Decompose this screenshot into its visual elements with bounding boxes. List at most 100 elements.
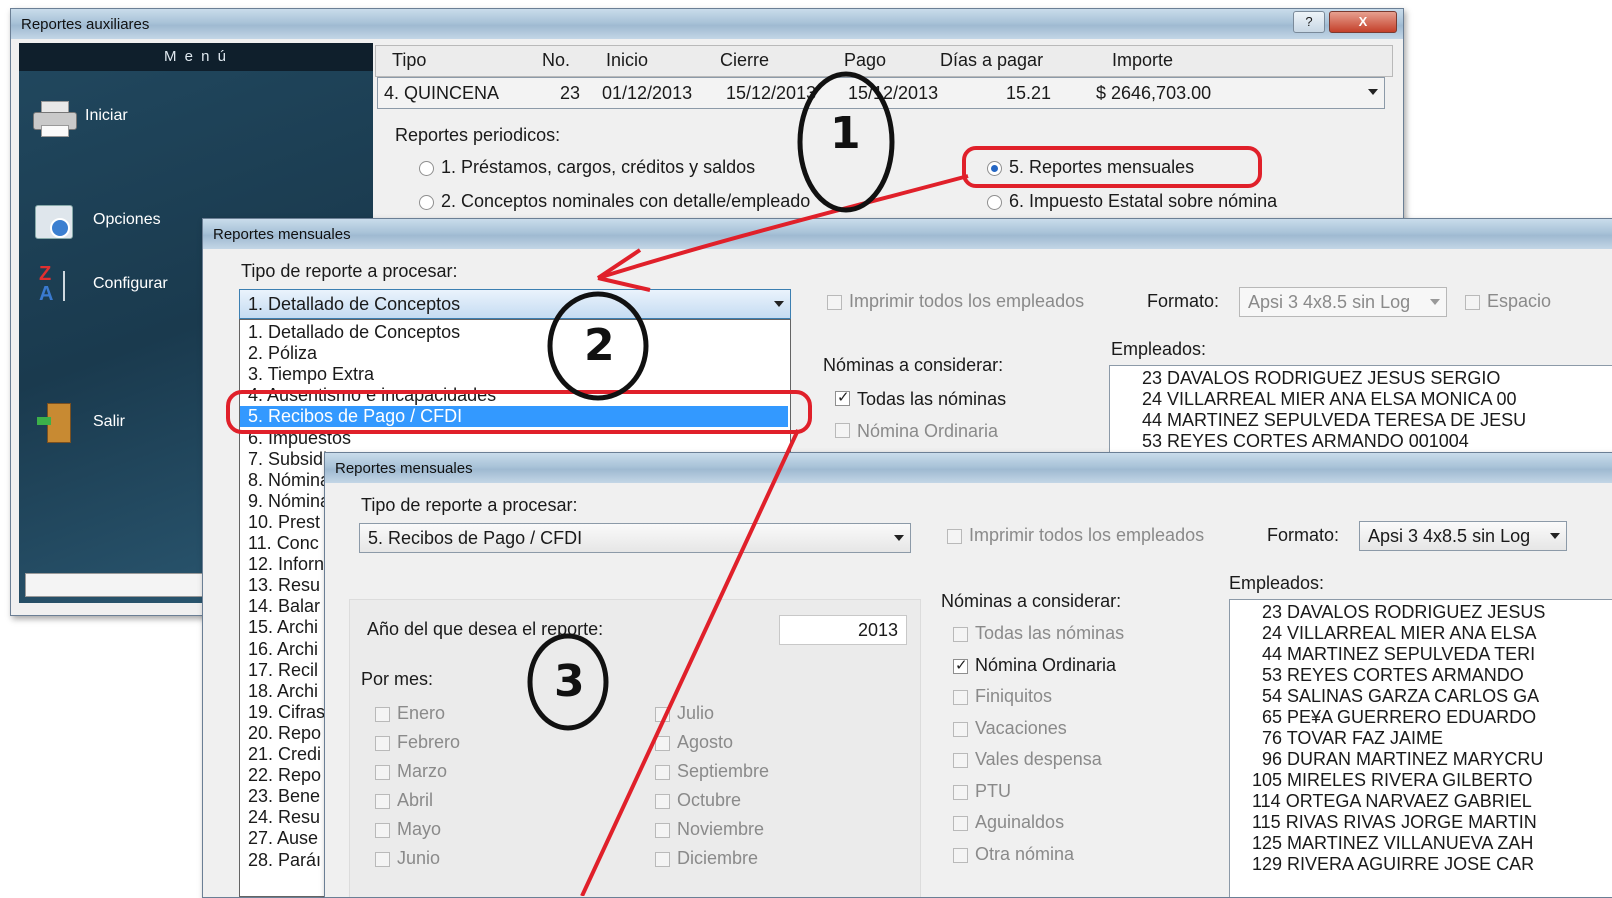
month-checkbox[interactable] xyxy=(655,852,670,867)
configure-icon: Z A xyxy=(39,263,75,307)
radio-label: 5. Reportes mensuales xyxy=(1009,157,1195,177)
radio-label: 1. Préstamos, cargos, créditos y saldos xyxy=(441,157,756,177)
month-checkbox[interactable] xyxy=(655,707,670,722)
help-button[interactable]: ? xyxy=(1293,11,1325,33)
payroll-cell: $ 2646,703.00 xyxy=(1096,83,1212,103)
win2-title: Reportes mensuales xyxy=(213,226,351,243)
nomina-checkbox[interactable] xyxy=(953,753,968,768)
employee-row[interactable]: 115 RIVAS RIVAS JORGE MARTIN xyxy=(1252,812,1537,833)
month-checkbox[interactable] xyxy=(375,852,390,867)
empleados-list[interactable]: 23 DAVALOS RODRIGUEZ JESUS SERGIO 24 VIL… xyxy=(1109,365,1612,455)
month-checkbox[interactable] xyxy=(655,736,670,751)
radio-button[interactable] xyxy=(987,161,1002,176)
chevron-down-icon xyxy=(1430,299,1440,305)
report-type-combo[interactable]: 1. Detallado de Conceptos xyxy=(239,289,791,319)
espacio-checkbox[interactable] xyxy=(1465,295,1480,310)
payroll-cell: 15/12/2013 xyxy=(726,83,817,103)
radio-button[interactable] xyxy=(419,195,434,210)
nomina-ordinaria-checkbox[interactable] xyxy=(835,423,850,438)
win3-title: Reportes mensuales xyxy=(335,460,473,477)
year-input[interactable]: 2013 xyxy=(779,615,907,645)
radio-button[interactable] xyxy=(419,161,434,176)
employee-row[interactable]: 54 SALINAS GARZA CARLOS GA xyxy=(1262,686,1539,707)
nomina-checkbox[interactable] xyxy=(953,816,968,831)
employee-row[interactable]: 24 VILLARREAL MIER ANA ELSA MONICA 00 xyxy=(1142,389,1517,410)
payroll-col-header: Pago xyxy=(844,50,887,70)
nomina-checkbox[interactable] xyxy=(953,847,968,863)
format-label: Formato: xyxy=(1267,525,1340,545)
month-checkbox[interactable] xyxy=(375,823,390,838)
month-checkbox[interactable] xyxy=(655,823,670,838)
radio-button[interactable] xyxy=(987,195,1002,210)
employee-row[interactable]: 114 ORTEGA NARVAEZ GABRIEL xyxy=(1252,791,1532,812)
dropdown-item[interactable]: 1. Detallado de Conceptos xyxy=(240,322,788,343)
employee-row[interactable]: 24 VILLARREAL MIER ANA ELSA xyxy=(1262,623,1536,644)
month-label: Marzo xyxy=(397,761,448,781)
employee-row[interactable]: 44 MARTINEZ SEPULVEDA TERESA DE JESU xyxy=(1142,410,1526,431)
payroll-col-header: Importe xyxy=(1112,50,1174,70)
month-checkbox[interactable] xyxy=(375,794,390,809)
employee-row[interactable]: 65 PE¥A GUERRERO EDUARDO xyxy=(1262,707,1536,728)
win1-titlebar: Reportes auxiliares ? X xyxy=(11,9,1403,39)
print-all-checkbox[interactable] xyxy=(947,529,962,544)
employee-row[interactable]: 53 REYES CORTES ARMANDO xyxy=(1262,665,1524,686)
employee-row[interactable]: 53 REYES CORTES ARMANDO 001004 xyxy=(1142,431,1469,452)
month-checkbox[interactable] xyxy=(375,707,390,722)
month-label: Agosto xyxy=(677,732,734,752)
options-icon xyxy=(35,205,73,239)
nominas-label: Nóminas a considerar: xyxy=(823,355,1004,375)
format-value: Apsi 3 4x8.5 sin Log xyxy=(1368,526,1531,546)
menu-item-label: Configurar xyxy=(93,275,168,292)
employee-row[interactable]: 23 DAVALOS RODRIGUEZ JESUS xyxy=(1262,602,1545,623)
dropdown-item[interactable]: 3. Tiempo Extra xyxy=(240,364,788,385)
empleados-label: Empleados: xyxy=(1111,339,1207,359)
month-label: Octubre xyxy=(677,790,742,810)
radio-label: 6. Impuesto Estatal sobre nómina xyxy=(1009,191,1278,211)
dropdown-item[interactable]: 2. Póliza xyxy=(240,343,788,364)
todas-nominas-label: Todas las nóminas xyxy=(857,389,1007,409)
nomina-label: Vales despensa xyxy=(975,749,1102,769)
nominas-label: Nóminas a considerar: xyxy=(941,591,1122,611)
report-type-combo[interactable]: 5. Recibos de Pago / CFDI xyxy=(359,523,911,553)
employee-row[interactable]: 23 DAVALOS RODRIGUEZ JESUS SERGIO xyxy=(1142,368,1500,389)
month-checkbox[interactable] xyxy=(655,794,670,809)
print-all-label: Imprimir todos los empleados xyxy=(969,525,1205,545)
nomina-label: Finiquitos xyxy=(975,686,1053,706)
month-checkbox[interactable] xyxy=(655,765,670,780)
dropdown-item[interactable]: 5. Recibos de Pago / CFDI xyxy=(240,406,788,428)
radio-label: 2. Conceptos nominales con detalle/emple… xyxy=(441,191,811,211)
exit-door-icon xyxy=(37,403,73,443)
format-combo[interactable]: Apsi 3 4x8.5 sin Log xyxy=(1359,521,1567,551)
month-label: Julio xyxy=(677,703,715,723)
empleados-list[interactable]: 23 DAVALOS RODRIGUEZ JESUS 24 VILLARREAL … xyxy=(1229,599,1612,897)
nomina-checkbox[interactable] xyxy=(953,784,968,800)
nomina-label: Otra nómina xyxy=(975,843,1075,864)
format-combo[interactable]: Apsi 3 4x8.5 sin Log xyxy=(1239,287,1447,317)
month-checkbox[interactable] xyxy=(375,736,390,751)
nomina-checkbox[interactable] xyxy=(953,721,968,737)
employee-row[interactable]: 44 MARTINEZ SEPULVEDA TERI xyxy=(1262,644,1535,665)
employee-row[interactable]: 105 MIRELES RIVERA GILBERTO xyxy=(1252,770,1532,791)
nomina-checkbox[interactable] xyxy=(953,627,968,642)
nomina-label: PTU xyxy=(975,780,1011,801)
todas-nominas-checkbox[interactable] xyxy=(835,388,850,406)
employee-row[interactable]: 125 MARTINEZ VILLANUEVA ZAH xyxy=(1252,833,1533,854)
nomina-checkbox[interactable] xyxy=(953,690,968,705)
month-label: Enero xyxy=(397,703,446,723)
nomina-checkbox[interactable] xyxy=(953,656,968,674)
espacio-label: Espacio xyxy=(1487,291,1552,311)
payroll-col-header: Inicio xyxy=(606,50,649,70)
employee-row[interactable]: 129 RIVERA AGUIRRE JOSE CAR xyxy=(1252,854,1534,875)
menu-item-iniciar[interactable]: Iniciar xyxy=(27,93,327,143)
payroll-col-header: Cierre xyxy=(720,50,770,70)
employee-row[interactable]: 96 DURAN MARTINEZ MARYCRU xyxy=(1262,749,1543,770)
por-mes-label: Por mes: xyxy=(361,669,434,689)
employee-row[interactable]: 76 TOVAR FAZ JAIME xyxy=(1262,728,1443,749)
close-button[interactable]: X xyxy=(1329,11,1397,33)
menu-item-label: Salir xyxy=(93,413,126,430)
payroll-period-combo[interactable]: 4. QUINCENA 23 01/12/2013 15/12/2013 15/… xyxy=(377,77,1385,109)
dropdown-item[interactable]: 6. Impuestos xyxy=(240,428,788,449)
month-checkbox[interactable] xyxy=(375,765,390,780)
print-all-checkbox[interactable] xyxy=(827,295,842,310)
dropdown-item[interactable]: 4. Ausentismo e incapacidades xyxy=(240,385,788,406)
